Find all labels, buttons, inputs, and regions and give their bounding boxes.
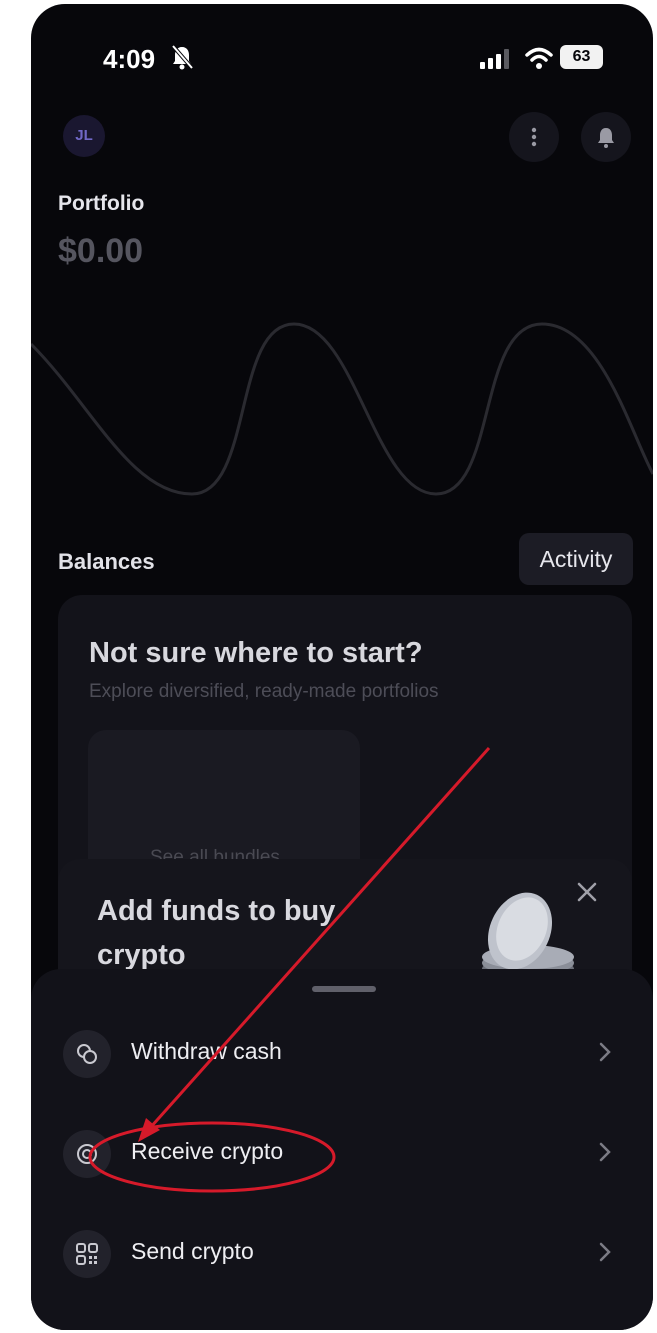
add-funds-title: Add funds to buy crypto xyxy=(97,895,336,971)
portfolio-label: Portfolio xyxy=(58,192,145,215)
wifi-icon xyxy=(525,47,553,69)
action-bottom-sheet: Withdraw cash Receive crypto Send crypto xyxy=(31,969,653,1330)
receive-icon xyxy=(77,1144,97,1164)
signal-icon xyxy=(480,49,509,69)
activity-button[interactable]: Activity xyxy=(519,533,633,585)
bell-icon xyxy=(598,128,614,148)
receive-crypto-label: Receive crypto xyxy=(131,1138,284,1164)
balances-label: Balances xyxy=(58,549,155,574)
portfolio-chart-placeholder xyxy=(31,322,653,496)
bell-off-icon xyxy=(171,44,194,70)
qr-code-icon xyxy=(76,1243,98,1265)
notifications-button[interactable] xyxy=(581,112,631,162)
sheet-handle[interactable] xyxy=(312,986,376,992)
send-crypto-item[interactable]: Send crypto xyxy=(31,1204,653,1304)
send-crypto-label: Send crypto xyxy=(131,1238,254,1264)
coins-icon xyxy=(77,1044,97,1064)
withdraw-cash-item[interactable]: Withdraw cash xyxy=(31,1004,653,1104)
withdraw-cash-label: Withdraw cash xyxy=(131,1038,282,1064)
start-card-title: Not sure where to start? xyxy=(89,637,423,669)
status-time: 4:09 xyxy=(103,44,156,74)
portfolio-chart-line xyxy=(31,322,653,496)
receive-crypto-item[interactable]: Receive crypto xyxy=(31,1104,653,1204)
portfolio-value: $0.00 xyxy=(58,232,144,270)
start-card-subtitle: Explore diversified, ready-made portfoli… xyxy=(89,681,439,702)
avatar[interactable]: JL xyxy=(63,115,105,157)
battery-icon: 63 xyxy=(560,45,603,69)
status-bar: 4:09 63 xyxy=(31,4,653,114)
chevron-right-icon xyxy=(599,1042,611,1062)
chevron-right-icon xyxy=(599,1242,611,1262)
chevron-right-icon xyxy=(599,1142,611,1162)
more-options-button[interactable] xyxy=(509,112,559,162)
more-vertical-icon xyxy=(531,127,537,147)
phone-screen: 4:09 63 JL Portfolio $0.00 Balances Acti… xyxy=(31,4,653,1330)
